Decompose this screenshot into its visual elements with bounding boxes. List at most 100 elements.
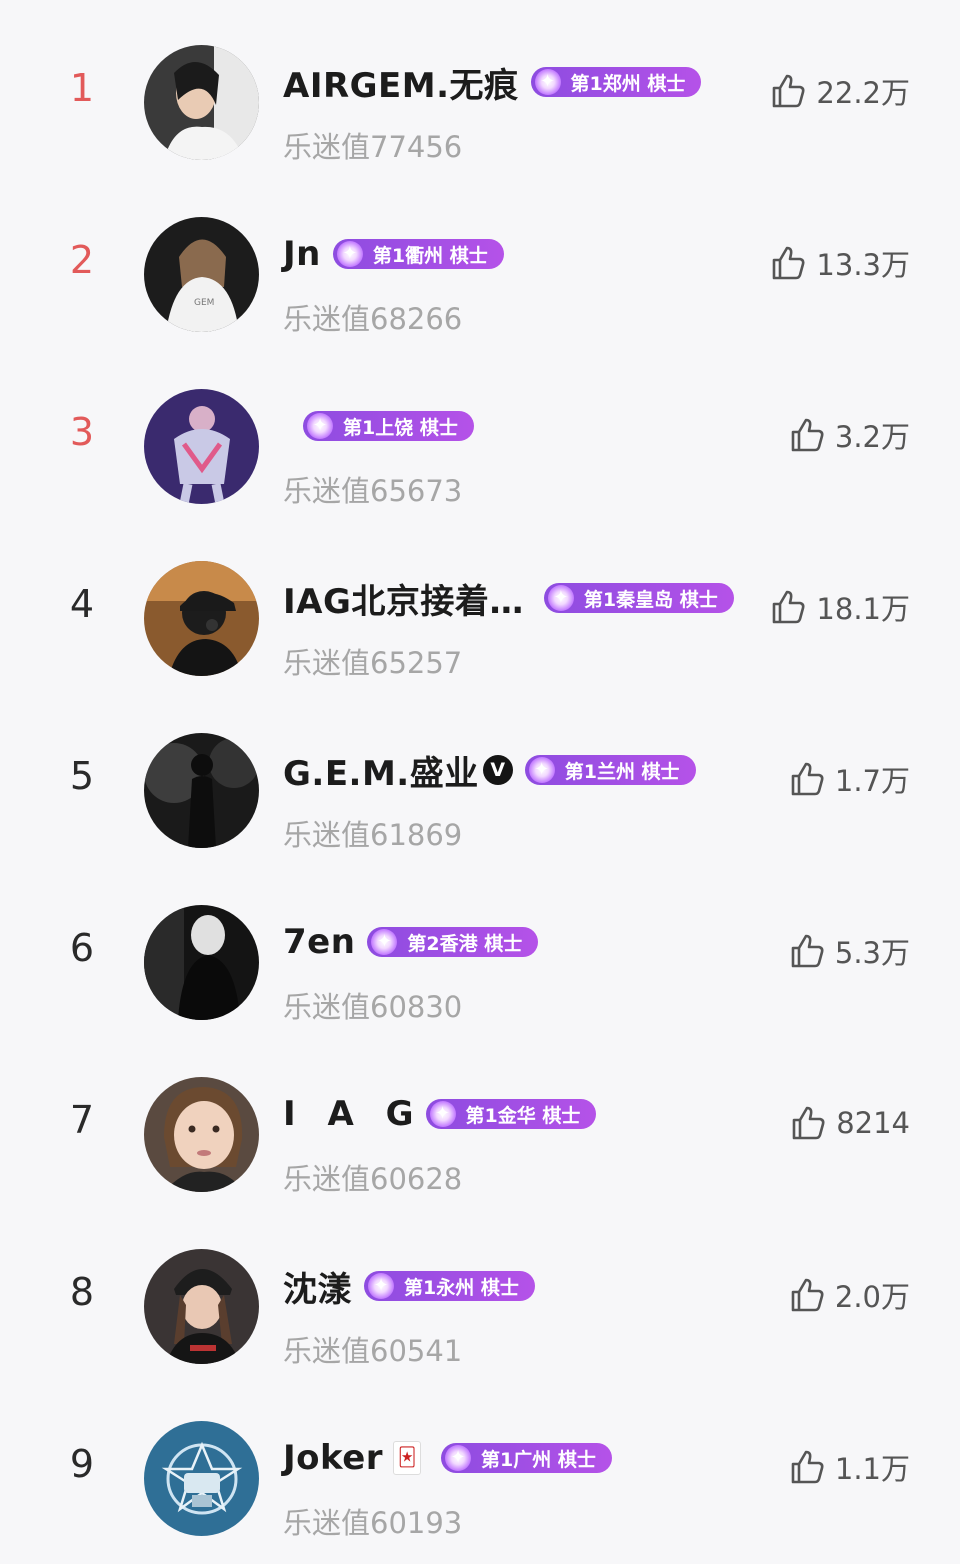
rank-badge[interactable]: ✦ 第1衢州 棋士 <box>332 239 504 269</box>
rank-number: 8 <box>69 1270 95 1314</box>
list-item[interactable]: 8 沈漾 ✦ 第1永州 棋士 乐迷值60541 2.0万 <box>0 1220 960 1392</box>
rank-badge[interactable]: ✦ 第1兰州 棋士 <box>524 755 696 785</box>
rank-badge[interactable]: ✦ 第1郑州 棋士 <box>530 67 702 97</box>
user-name[interactable]: I A G <box>283 1094 424 1134</box>
user-name[interactable]: 7en <box>283 922 355 962</box>
fan-score: 乐迷值60541 <box>283 1334 463 1368</box>
name-line: IAG北京接着… ✦ 第1秦皇岛 棋士 <box>283 568 734 628</box>
fan-score: 乐迷值60830 <box>283 990 463 1024</box>
list-item[interactable]: 3 ✦ 第1上饶 棋士 乐迷值65673 3.2万 <box>0 360 960 532</box>
thumbs-up-icon <box>787 415 827 455</box>
rank-number: 5 <box>69 754 95 798</box>
svg-text:GEM: GEM <box>194 298 214 308</box>
name-line: 沈漾 ✦ 第1永州 棋士 <box>283 1256 535 1316</box>
rank-number: 7 <box>69 1098 95 1142</box>
user-name[interactable]: Jn <box>283 234 321 274</box>
like-button[interactable]: 22.2万 <box>768 69 910 113</box>
user-name[interactable]: AIRGEM.无痕 <box>283 58 519 107</box>
fan-score: 乐迷值60193 <box>283 1506 463 1540</box>
thumbs-up-icon <box>787 759 827 799</box>
sparkle-icon: ✦ <box>547 585 574 611</box>
rank-badge[interactable]: ✦ 第1永州 棋士 <box>364 1271 535 1301</box>
sparkle-icon: ✦ <box>445 1445 472 1471</box>
fan-score: 乐迷值60628 <box>283 1162 463 1196</box>
badge-label: 第1上饶 棋士 <box>343 416 458 439</box>
user-name[interactable]: 沈漾 <box>283 1262 352 1311</box>
like-button[interactable]: 1.1万 <box>787 1445 910 1489</box>
like-count: 1.7万 <box>834 764 910 798</box>
joker-emoji-icon: 🃏 <box>393 1441 422 1475</box>
badge-label: 第1金华 棋士 <box>465 1104 581 1127</box>
list-item[interactable]: 5 G.E.M.盛业 V ✦ 第1兰州 棋士 乐迷值61869 1.7万 <box>0 704 960 876</box>
rank-badge[interactable]: ✦ 第2香港 棋士 <box>367 927 539 957</box>
like-button[interactable]: 8214 <box>788 1101 910 1145</box>
badge-label: 第1秦皇岛 棋士 <box>583 588 718 611</box>
sparkle-icon: ✦ <box>368 1273 394 1299</box>
thumbs-up-icon <box>788 1103 828 1143</box>
list-item[interactable]: 4 IAG北京接着… ✦ 第1秦皇岛 棋士 乐迷值65257 18.1万 <box>0 532 960 704</box>
name-line: Jn ✦ 第1衢州 棋士 <box>283 224 504 284</box>
thumbs-up-icon <box>768 243 808 283</box>
avatar[interactable] <box>144 389 259 504</box>
fan-score: 乐迷值68266 <box>283 302 463 336</box>
rank-badge[interactable]: ✦ 第1上饶 棋士 <box>303 411 474 441</box>
like-button[interactable]: 3.2万 <box>787 413 910 457</box>
sparkle-icon: ✦ <box>371 929 398 955</box>
list-item[interactable]: 9 Joker 🃏 ✦ 第1广州 棋士 乐迷值60193 1.1万 <box>0 1392 960 1564</box>
name-line: ✦ 第1上饶 棋士 <box>283 396 474 456</box>
avatar[interactable] <box>144 733 259 848</box>
like-count: 18.1万 <box>816 592 910 626</box>
avatar[interactable] <box>144 1421 259 1536</box>
avatar[interactable] <box>144 1249 259 1364</box>
list-item[interactable]: 7 I A G ✦ 第1金华 棋士 乐迷值60628 8214 <box>0 1048 960 1220</box>
thumbs-up-icon <box>787 1275 827 1315</box>
avatar[interactable] <box>144 1077 259 1192</box>
thumbs-up-icon <box>787 931 827 971</box>
fan-score: 乐迷值77456 <box>283 130 463 164</box>
thumbs-up-icon <box>768 587 808 627</box>
like-button[interactable]: 13.3万 <box>768 241 910 285</box>
badge-label: 第1郑州 棋士 <box>570 72 686 95</box>
rank-number: 6 <box>69 926 95 970</box>
avatar[interactable] <box>144 45 259 160</box>
rank-number: 1 <box>69 66 95 110</box>
thumbs-up-icon <box>768 71 808 111</box>
badge-label: 第1兰州 棋士 <box>564 760 680 783</box>
name-line: 7en ✦ 第2香港 棋士 <box>283 912 539 972</box>
thumbs-up-icon <box>787 1447 827 1487</box>
user-name[interactable]: IAG北京接着… <box>283 574 524 623</box>
avatar[interactable] <box>144 561 259 676</box>
badge-label: 第1广州 棋士 <box>481 1448 596 1471</box>
like-count: 2.0万 <box>834 1280 910 1314</box>
badge-label: 第1永州 棋士 <box>404 1276 519 1299</box>
like-button[interactable]: 5.3万 <box>787 929 910 973</box>
verified-icon: V <box>482 755 513 785</box>
name-line: G.E.M.盛业 V ✦ 第1兰州 棋士 <box>283 740 696 800</box>
list-item[interactable]: 1 AIRGEM.无痕 ✦ 第1郑州 棋士 乐迷值77456 22.2万 <box>0 16 960 188</box>
badge-label: 第2香港 棋士 <box>407 932 523 955</box>
rank-badge[interactable]: ✦ 第1秦皇岛 棋士 <box>543 583 734 613</box>
rank-number: 9 <box>69 1442 95 1486</box>
avatar[interactable]: GEM <box>144 217 259 332</box>
avatar[interactable] <box>144 905 259 1020</box>
like-button[interactable]: 2.0万 <box>787 1273 910 1317</box>
like-count: 8214 <box>836 1106 910 1140</box>
sparkle-icon: ✦ <box>307 413 333 439</box>
fan-score: 乐迷值65257 <box>283 646 463 680</box>
like-button[interactable]: 18.1万 <box>768 585 910 629</box>
rank-number: 2 <box>69 238 95 282</box>
list-item[interactable]: 6 7en ✦ 第2香港 棋士 乐迷值60830 5.3万 <box>0 876 960 1048</box>
name-line: I A G ✦ 第1金华 棋士 <box>283 1084 597 1144</box>
like-count: 3.2万 <box>834 420 910 454</box>
list-item[interactable]: 2 GEM Jn ✦ 第1衢州 棋士 乐迷值68266 13.3万 <box>0 188 960 360</box>
sparkle-icon: ✦ <box>429 1101 456 1127</box>
sparkle-icon: ✦ <box>534 69 561 95</box>
rank-badge[interactable]: ✦ 第1金华 棋士 <box>425 1099 597 1129</box>
name-line: AIRGEM.无痕 ✦ 第1郑州 棋士 <box>283 52 702 112</box>
like-count: 22.2万 <box>816 76 910 110</box>
like-count: 5.3万 <box>834 936 910 970</box>
rank-badge[interactable]: ✦ 第1广州 棋士 <box>441 1443 612 1473</box>
user-name[interactable]: Joker <box>283 1438 383 1478</box>
user-name[interactable]: G.E.M.盛业 <box>283 746 479 795</box>
like-button[interactable]: 1.7万 <box>787 757 910 801</box>
